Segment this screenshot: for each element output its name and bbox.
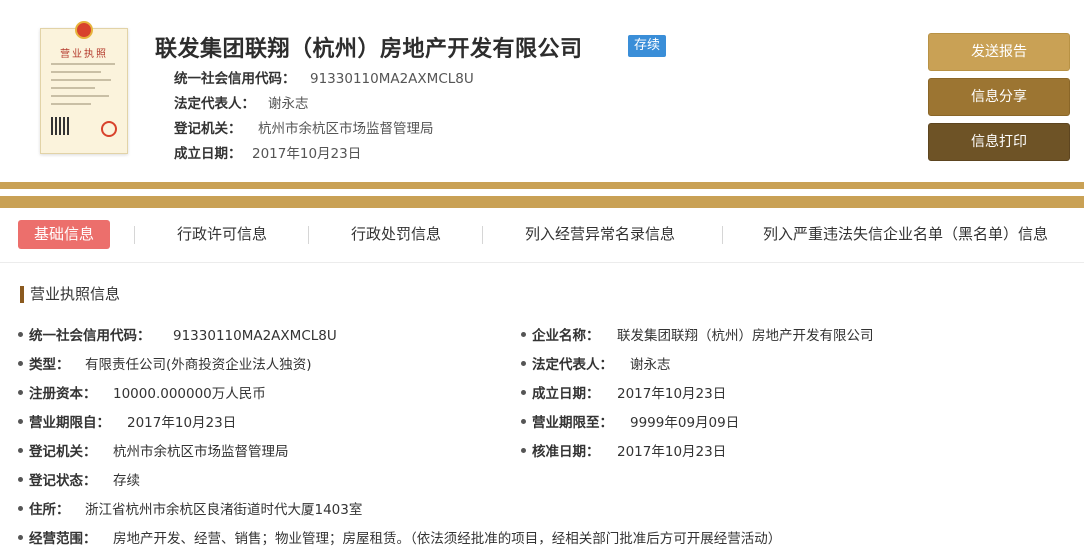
status-badge: 存续 [628,35,667,57]
header-row-value: 杭州市余杭区市场监督管理局 [258,121,434,137]
field-term-to: 营业期限至： 9999年09月09日 [521,411,739,431]
field-label: 核准日期： [532,444,600,460]
header-divider [0,182,1084,189]
tab-separator [308,226,309,244]
qr-code-icon [51,117,69,135]
print-info-button[interactable]: 信息打印 [928,123,1070,161]
tab-separator [722,226,723,244]
field-value: 房地产开发、经营、销售；物业管理；房屋租赁。（依法须经批准的项目，经相关部门批准… [113,531,782,547]
field-term-from: 营业期限自： 2017年10月23日 [18,411,236,431]
header-row-label: 法定代表人： [174,96,255,112]
field-value: 2017年10月23日 [617,386,727,402]
field-value: 91330110MA2AXMCL8U [173,328,337,344]
field-value: 10000.000000万人民币 [113,386,266,402]
national-emblem-icon [75,21,93,39]
field-registration-authority: 登记机关： 杭州市余杭区市场监督管理局 [18,440,289,460]
field-type: 类型： 有限责任公司(外商投资企业法人独资) [18,353,312,373]
field-value: 存续 [113,473,140,489]
field-label: 类型： [29,357,70,373]
tab-separator [482,226,483,244]
field-value: 2017年10月23日 [617,444,727,460]
field-label: 注册资本： [29,386,97,402]
field-value: 有限责任公司(外商投资企业法人独资) [85,357,312,373]
field-label: 登记状态： [29,473,97,489]
field-founded-date: 成立日期： 2017年10月23日 [521,382,726,402]
field-address: 住所： 浙江省杭州市余杭区良渚街道时代大厦1403室 [18,498,362,518]
send-report-button[interactable]: 发送报告 [928,33,1070,71]
field-label: 营业期限至： [532,415,613,431]
field-registration-status: 登记状态： 存续 [18,469,140,489]
field-registered-capital: 注册资本： 10000.000000万人民币 [18,382,266,402]
field-label: 企业名称： [532,328,600,344]
field-label: 经营范围： [29,531,97,547]
tab-blacklist[interactable]: 列入严重违法失信企业名单（黑名单）信息 [763,220,1048,249]
header-row-authority: 登记机关： 杭州市余杭区市场监督管理局 [174,117,434,137]
tab-admin-penalty[interactable]: 行政处罚信息 [351,220,441,249]
field-value: 联发集团联翔（杭州）房地产开发有限公司 [617,328,874,344]
field-value: 2017年10月23日 [127,415,237,431]
header-row-label: 统一社会信用代码： [174,71,296,87]
tab-basic-info[interactable]: 基础信息 [18,220,111,249]
field-legal-rep: 法定代表人： 谢永志 [521,353,671,373]
field-label: 统一社会信用代码： [29,328,151,344]
official-seal-icon [101,121,117,137]
header-row-credit-code: 统一社会信用代码： 91330110MA2AXMCL8U [174,67,474,87]
section-title: 营业执照信息 [20,286,120,303]
field-value: 浙江省杭州市余杭区良渚街道时代大厦1403室 [85,502,363,518]
header-divider-thick [0,196,1084,208]
info-tabs: 基础信息 行政许可信息 行政处罚信息 列入经营异常名录信息 列入严重违法失信企业… [0,212,1084,256]
tab-separator [134,226,135,244]
field-company-name: 企业名称： 联发集团联翔（杭州）房地产开发有限公司 [521,324,874,344]
field-label: 营业期限自： [29,415,110,431]
field-label: 住所： [29,502,70,518]
header-row-label: 成立日期： [174,146,242,162]
share-info-button[interactable]: 信息分享 [928,78,1070,116]
field-value: 9999年09月09日 [630,415,740,431]
header-row-value: 谢永志 [268,96,309,112]
tab-admin-license[interactable]: 行政许可信息 [177,220,267,249]
business-license-image[interactable]: 营业执照 [40,21,128,154]
tab-abnormal-list[interactable]: 列入经营异常名录信息 [525,220,675,249]
header-row-label: 登记机关： [174,121,242,137]
tabs-divider [0,262,1084,263]
field-approval-date: 核准日期： 2017年10月23日 [521,440,726,460]
header-row-value: 2017年10月23日 [252,146,362,162]
field-value: 杭州市余杭区市场监督管理局 [113,444,289,460]
field-business-scope: 经营范围： 房地产开发、经营、销售；物业管理；房屋租赁。（依法须经批准的项目，经相… [18,527,781,547]
header-row-legal-rep: 法定代表人： 谢永志 [174,92,309,112]
field-credit-code: 统一社会信用代码： 91330110MA2AXMCL8U [18,324,337,344]
header-row-founded: 成立日期： 2017年10月23日 [174,142,361,162]
field-label: 成立日期： [532,386,600,402]
field-value: 谢永志 [630,357,671,373]
field-label: 登记机关： [29,444,97,460]
company-name: 联发集团联翔（杭州）房地产开发有限公司 [155,37,583,62]
header-row-value: 91330110MA2AXMCL8U [310,71,474,87]
license-image-title: 营业执照 [60,49,108,60]
field-label: 法定代表人： [532,357,613,373]
